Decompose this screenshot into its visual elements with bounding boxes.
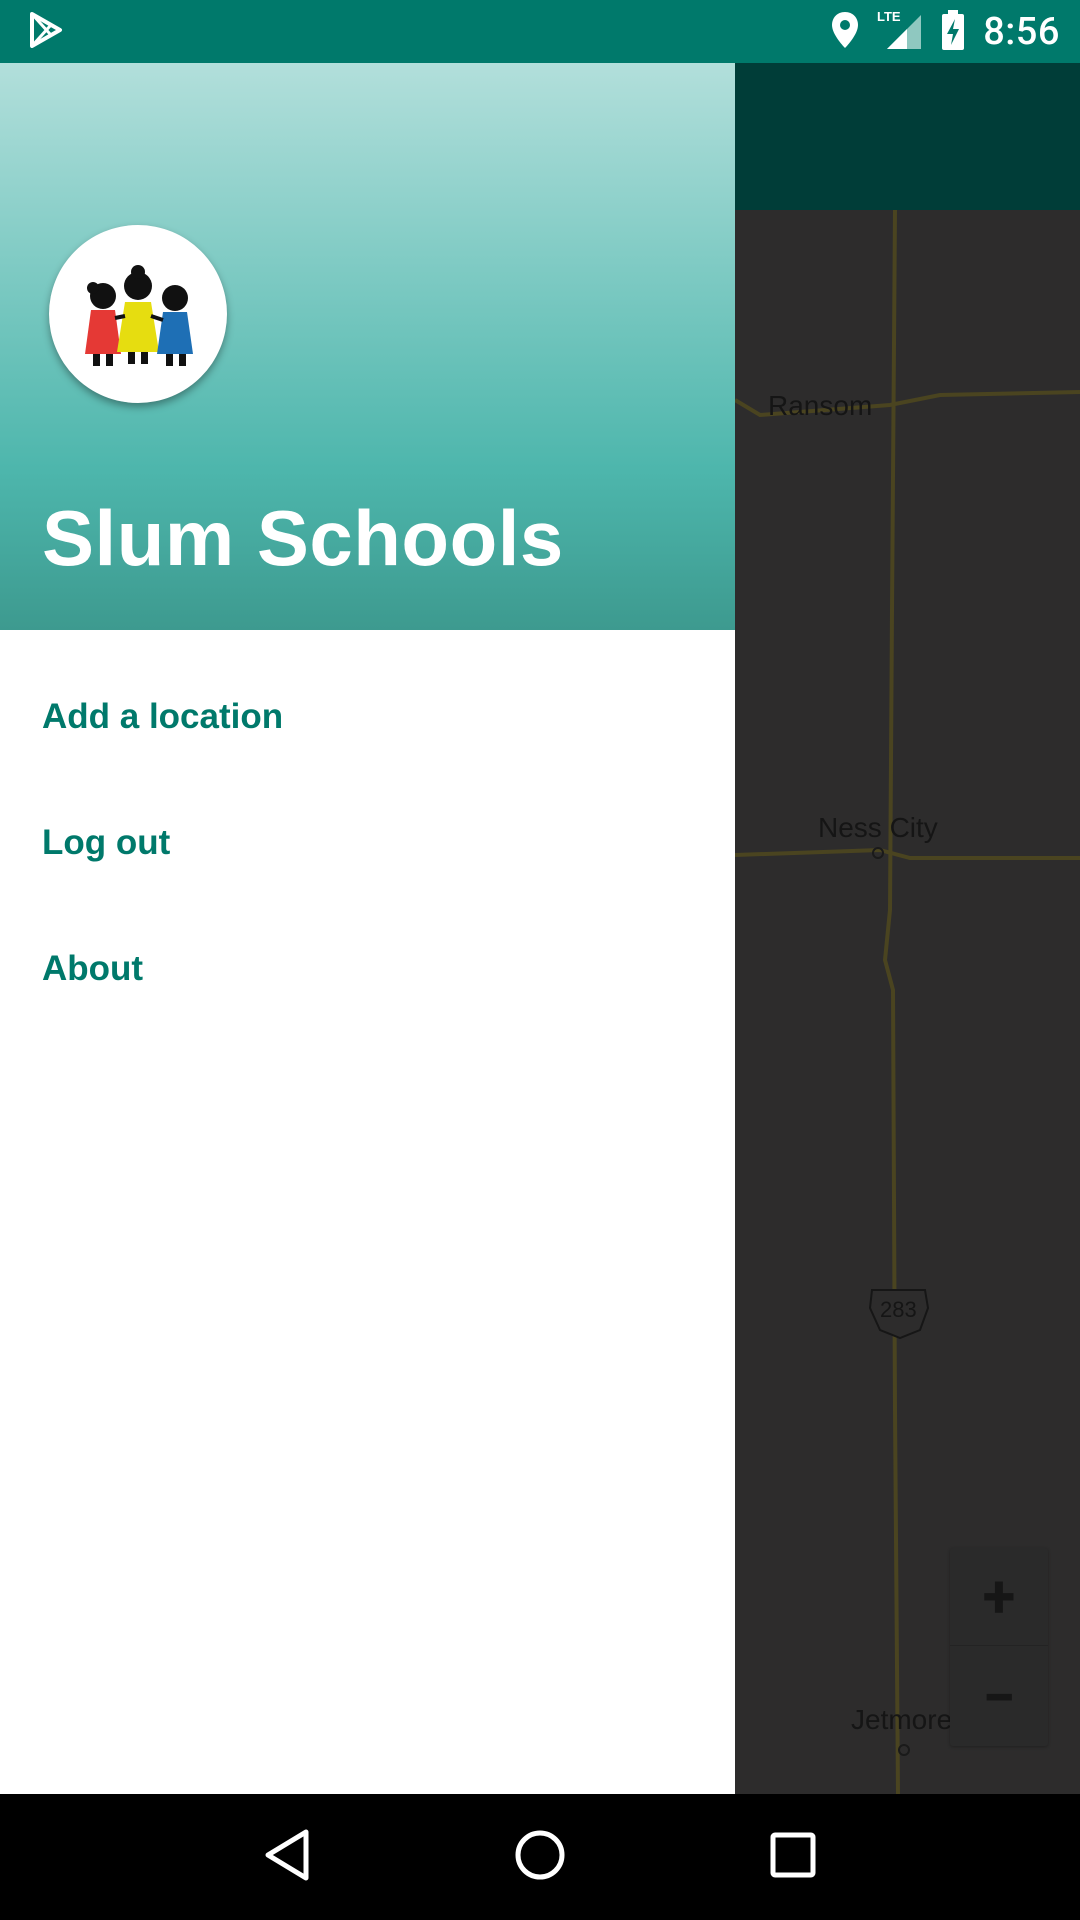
system-nav-bar bbox=[0, 1794, 1080, 1920]
play-store-icon bbox=[30, 11, 64, 52]
zoom-out-button[interactable]: − bbox=[950, 1648, 1048, 1746]
back-triangle-icon bbox=[262, 1828, 312, 1886]
home-button[interactable] bbox=[500, 1817, 580, 1897]
map-label-ransom: Ransom bbox=[768, 390, 873, 421]
app-logo-avatar bbox=[49, 225, 227, 403]
status-time: 8:56 bbox=[983, 9, 1060, 54]
zoom-controls: + − bbox=[950, 1548, 1048, 1746]
lte-signal-icon: LTE bbox=[877, 9, 923, 55]
status-bar: LTE 8:56 bbox=[0, 0, 1080, 63]
recents-square-icon bbox=[769, 1831, 817, 1883]
drawer-header: Slum Schools bbox=[0, 63, 735, 630]
route-283-label: 283 bbox=[880, 1297, 917, 1322]
zoom-in-button[interactable]: + bbox=[950, 1548, 1048, 1646]
location-icon bbox=[831, 11, 859, 53]
children-holding-hands-icon bbox=[85, 265, 193, 366]
battery-charging-icon bbox=[941, 9, 965, 54]
lte-label: LTE bbox=[877, 9, 901, 24]
recents-button[interactable] bbox=[753, 1817, 833, 1897]
drawer-menu: Add a location Log out About bbox=[0, 630, 735, 1032]
navigation-drawer: Slum Schools Add a location Log out Abou… bbox=[0, 63, 735, 1794]
map-label-ness-city: Ness City bbox=[818, 812, 938, 843]
map-label-jetmore: Jetmore bbox=[851, 1704, 953, 1735]
menu-item-log-out[interactable]: Log out bbox=[0, 780, 735, 906]
home-circle-icon bbox=[513, 1828, 567, 1886]
menu-item-about[interactable]: About bbox=[0, 906, 735, 1032]
menu-item-add-location[interactable]: Add a location bbox=[0, 654, 735, 780]
back-button[interactable] bbox=[247, 1817, 327, 1897]
drawer-title: Slum Schools bbox=[42, 494, 564, 582]
